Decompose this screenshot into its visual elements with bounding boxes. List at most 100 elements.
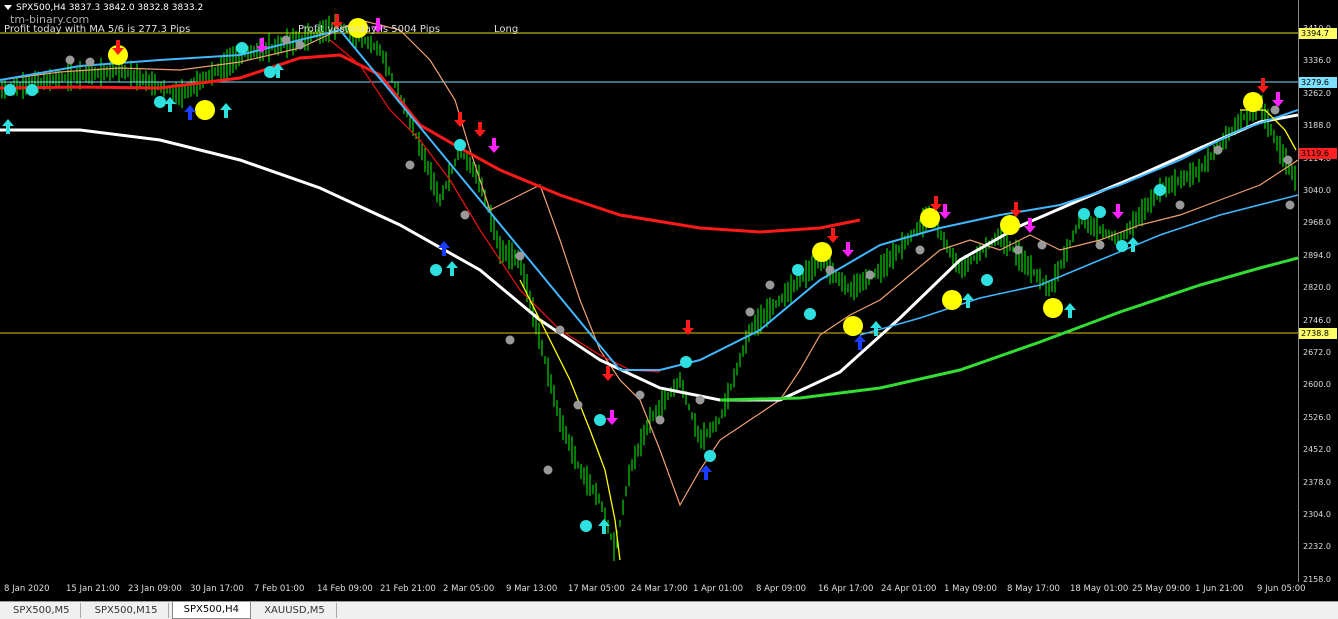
gray-signal-dot [825,265,835,275]
gray-signal-dot [460,210,470,220]
chart-tab[interactable]: SPX500,M15 [84,603,170,618]
price-level-tag: 2738.8 [1299,328,1337,339]
sell-signal-arrow-icon [939,204,951,219]
time-label: 24 Apr 01:00 [881,584,937,594]
price-label: 3188.0 [1303,121,1331,131]
price-label: 3262.0 [1303,88,1331,98]
cyan-signal-dot [580,520,592,532]
green-moving-average [719,256,1298,402]
gray-signal-dot [1013,245,1023,255]
price-label: 2820.0 [1303,283,1331,293]
gray-signal-dot [1037,240,1047,250]
price-label: 2378.0 [1303,477,1331,487]
symbol-ohlc-text: SPX500,H4 3837.3 3842.0 3832.8 3833.2 [16,3,204,13]
yellow-signal-dot [1243,92,1263,112]
gray-signal-dot [1285,200,1295,210]
yellow-signal-dot [195,100,215,120]
time-label: 15 Jan 21:00 [66,584,120,594]
cyan-signal-dot [981,274,993,286]
price-label: 2526.0 [1303,412,1331,422]
time-label: 9 Mar 13:00 [506,584,558,594]
gray-signal-dot [915,245,925,255]
cyan-signal-dot [430,264,442,276]
gray-signal-dot [765,280,775,290]
sell-arrow-icon [474,122,486,137]
cyan-signal-dot [154,96,166,108]
candlesticks [1,13,1296,562]
sell-signal-arrow-icon [488,138,500,153]
chart-tab[interactable]: SPX500,M5 [2,603,82,618]
sell-signal-arrow-icon [1112,204,1124,219]
signal-markers [2,14,1295,534]
cyan-signal-dot [1078,208,1090,220]
cyan-signal-dot [792,264,804,276]
gray-signal-dot [65,55,75,65]
sell-signal-arrow-icon [1272,92,1284,107]
price-label: 2232.0 [1303,542,1331,552]
yellow-signal-dot [920,208,940,228]
cyan-signal-dot [680,356,692,368]
gray-signal-dot [1283,155,1293,165]
yellow-signal-dot [1000,215,1020,235]
cyan-signal-dot [236,42,248,54]
gray-signal-dot [543,465,553,475]
profit-yesterday-text: Profit yesterday is 5004 Pips [298,24,441,35]
sell-arrow-icon [454,112,466,127]
gray-signal-dot [295,40,305,50]
price-label: 3336.0 [1303,56,1331,66]
time-label: 21 Feb 21:00 [380,584,436,594]
sell-arrow-icon [1257,78,1269,93]
price-level-tag: 3394.7 [1299,28,1337,39]
time-label: 24 Mar 17:00 [631,584,688,594]
gray-signal-dot [655,415,665,425]
gray-signal-dot [1095,240,1105,250]
price-label: 2968.0 [1303,218,1331,228]
gray-signal-dot [281,35,291,45]
signal-text: Long [494,24,519,35]
buy-signal-arrow-icon [220,103,232,118]
price-level-tag: 3279.6 [1299,77,1337,88]
time-label: 9 Jun 05:00 [1257,584,1306,594]
chart-tab[interactable]: SPX500,H4 [171,602,251,619]
time-label: 8 Jan 2020 [4,584,50,594]
cyan-signal-dot [1154,184,1166,196]
dropdown-triangle-icon[interactable] [4,5,12,10]
time-label: 1 May 09:00 [944,584,997,594]
gray-signal-dot [1270,105,1280,115]
gray-signal-dot [745,307,755,317]
time-label: 25 May 09:00 [1132,584,1191,594]
gray-signal-dot [865,270,875,280]
price-label: 2600.0 [1303,380,1331,390]
gray-signal-dot [573,400,583,410]
chart-tab[interactable]: XAUUSD,M5 [253,603,337,618]
price-label: 2672.0 [1303,348,1331,357]
white-moving-average [0,113,1298,402]
cyan-signal-dot [1094,206,1106,218]
time-label: 18 May 01:00 [1070,584,1129,594]
time-label: 16 Apr 17:00 [818,584,874,594]
buy-arrow-icon [854,335,866,350]
cyan-signal-dot [1116,240,1128,252]
gray-signal-dot [1213,145,1223,155]
time-label: 8 Apr 09:00 [756,584,807,594]
yellow-signal-dot [942,290,962,310]
red-fast-line [329,39,661,373]
time-label: 23 Jan 09:00 [128,584,182,594]
gray-signal-dot [635,390,645,400]
envelope-line [0,19,1298,507]
time-label: 2 Mar 05:00 [443,584,495,594]
price-axis[interactable]: 3410.03336.03262.03188.03114.03040.02968… [1298,0,1338,584]
buy-arrow-icon [184,105,196,120]
sell-signal-arrow-icon [842,242,854,257]
price-label: 2452.0 [1303,445,1331,455]
cyan-signal-dot [26,84,38,96]
price-chart[interactable] [0,0,1298,582]
yellow-signal-dot [812,242,832,262]
gray-signal-dot [85,57,95,67]
time-label: 17 Mar 05:00 [568,584,625,594]
sell-signal-arrow-icon [606,410,618,425]
time-label: 7 Feb 01:00 [254,584,305,594]
profit-today-text: Profit today with MA 5/6 is 277.3 Pips [4,24,191,35]
gray-signal-dot [695,395,705,405]
price-label: 2894.0 [1303,250,1331,260]
